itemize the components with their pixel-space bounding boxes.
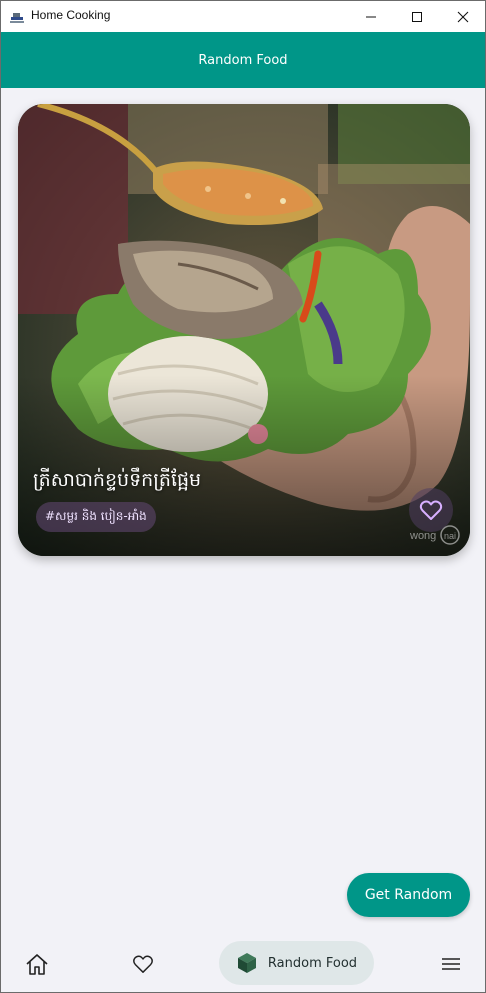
svg-text:wong: wong	[410, 530, 436, 542]
close-icon	[457, 11, 469, 22]
menu-icon	[442, 958, 460, 970]
heart-icon	[133, 955, 153, 973]
window-title: Home Cooking	[31, 8, 111, 22]
nav-home[interactable]	[21, 949, 53, 979]
food-title: ត្រីសាបាក់ខ្ទប់ទឹកត្រីផ្អែម	[33, 469, 202, 491]
svg-text:nai: nai	[444, 531, 456, 541]
app-icon	[10, 10, 24, 23]
nav-menu[interactable]	[435, 949, 467, 979]
maximize-icon	[412, 11, 422, 22]
cube-icon	[237, 953, 256, 973]
window-titlebar: Home Cooking	[1, 1, 485, 32]
get-random-button[interactable]: Get Random	[347, 873, 470, 917]
close-button[interactable]	[440, 1, 486, 32]
watermark-logo: wong nai	[410, 525, 460, 545]
home-icon	[26, 954, 48, 975]
food-card[interactable]: ត្រីសាបាក់ខ្ទប់ទឹកត្រីផ្អែម #សម្លរ និង ប…	[18, 104, 470, 556]
nav-random-food[interactable]: Random Food	[219, 941, 374, 985]
page-title: Random Food	[198, 52, 288, 68]
heart-outline-icon	[419, 500, 443, 520]
minimize-icon	[366, 16, 376, 17]
minimize-button[interactable]	[348, 1, 394, 32]
nav-random-food-label: Random Food	[267, 955, 358, 971]
nav-favorites[interactable]	[127, 949, 159, 979]
food-tag[interactable]: #សម្លរ និង បៀន-អាំង	[36, 502, 156, 532]
app-header: Random Food	[1, 32, 485, 88]
maximize-button[interactable]	[394, 1, 440, 32]
bottom-navigation: Random Food	[1, 931, 485, 992]
